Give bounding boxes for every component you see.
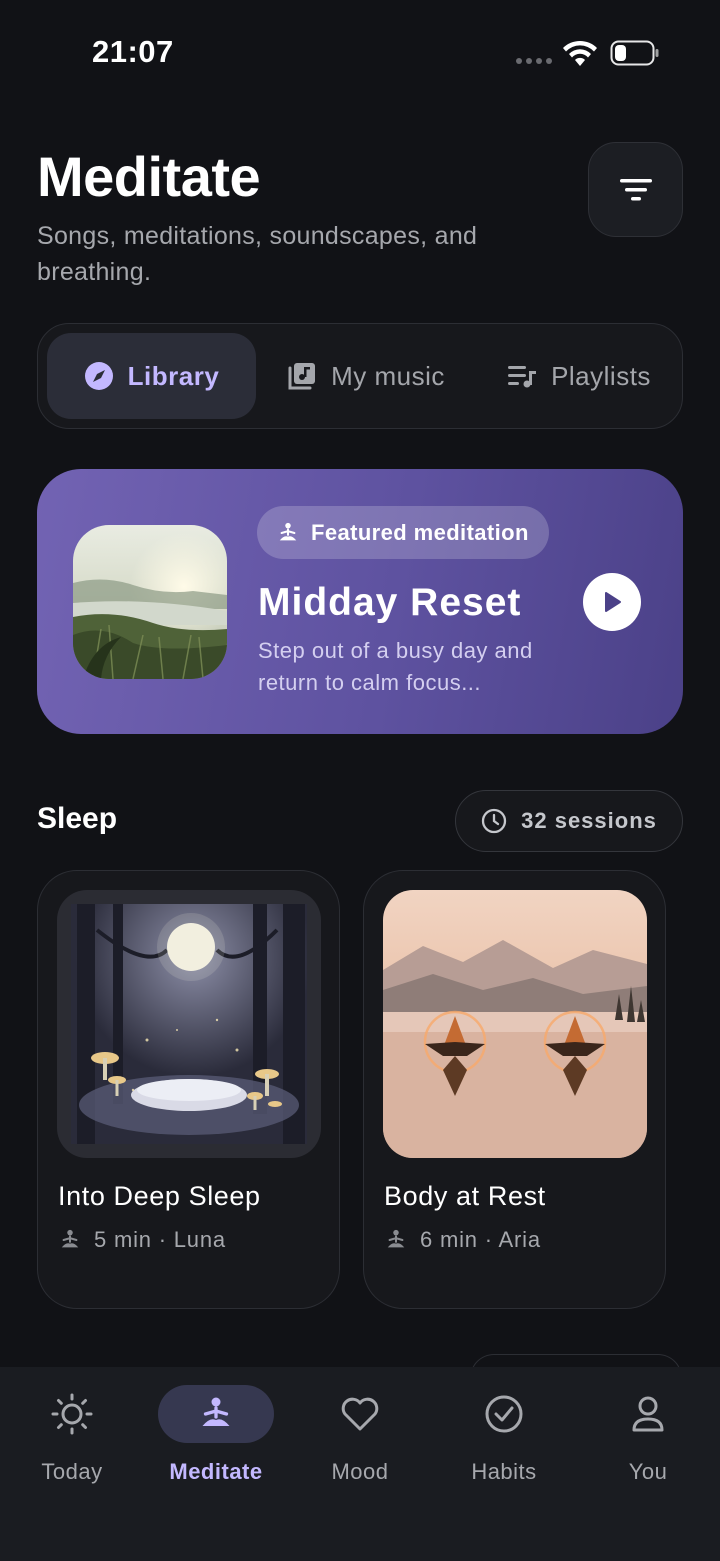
tab-library[interactable]: Library xyxy=(47,333,256,419)
meditate-icon xyxy=(202,1397,230,1426)
section-title-sleep: Sleep xyxy=(37,802,118,835)
music-library-icon xyxy=(288,363,316,390)
play-button[interactable] xyxy=(583,573,641,631)
featured-badge: Featured meditation xyxy=(257,506,549,559)
session-meta-text: 6 min · Aria xyxy=(420,1227,541,1252)
status-time: 21:07 xyxy=(92,34,174,69)
nav-item-you[interactable]: You xyxy=(583,1385,713,1485)
tab-label: Library xyxy=(127,360,220,391)
featured-meditation-card[interactable]: Featured meditation Midday Reset Step ou… xyxy=(37,469,683,734)
tab-my-music[interactable]: My music xyxy=(266,333,466,419)
tab-playlists[interactable]: Playlists xyxy=(484,333,674,419)
featured-badge-label: Featured meditation xyxy=(311,519,529,545)
nav-item-habits[interactable]: Habits xyxy=(439,1385,569,1485)
nav-item-today[interactable]: Today xyxy=(7,1385,137,1485)
person-icon xyxy=(632,1396,664,1432)
page-title: Meditate xyxy=(37,145,261,208)
page-subtitle: Songs, meditations, soundscapes, and bre… xyxy=(37,222,478,286)
session-meta: 5 min · Luna xyxy=(58,1227,226,1253)
wifi-icon xyxy=(563,40,597,66)
play-icon xyxy=(605,592,621,612)
session-card[interactable]: Into Deep Sleep 5 min · Luna xyxy=(37,870,340,1309)
heart-icon xyxy=(341,1397,379,1431)
compass-icon xyxy=(84,362,113,390)
nav-label: You xyxy=(628,1459,668,1484)
playlist-icon xyxy=(508,366,537,388)
nav-label: Mood xyxy=(331,1459,389,1484)
meditate-icon xyxy=(279,522,297,540)
sessions-count: 32 sessions xyxy=(521,808,657,833)
status-bar: 21:07 xyxy=(0,0,720,100)
featured-description: Step out of a busy day and return to cal… xyxy=(258,638,533,695)
check-circle-icon xyxy=(485,1395,523,1433)
nav-item-mood[interactable]: Mood xyxy=(295,1385,425,1485)
sun-icon xyxy=(51,1393,93,1435)
filter-button[interactable] xyxy=(588,142,683,237)
segmented-tabs: Library My music Playlists xyxy=(37,323,683,429)
nav-label: Habits xyxy=(471,1459,537,1484)
session-meta-text: 5 min · Luna xyxy=(94,1227,226,1252)
session-meta: 6 min · Aria xyxy=(384,1227,541,1253)
clock-icon xyxy=(481,808,507,834)
tab-label: My music xyxy=(331,360,445,391)
nav-label: Meditate xyxy=(169,1459,263,1484)
nav-label: Today xyxy=(41,1459,103,1484)
session-card[interactable]: Body at Rest 6 min · Aria xyxy=(363,870,666,1309)
session-title: Into Deep Sleep xyxy=(58,1181,261,1211)
nav-item-meditate[interactable]: Meditate xyxy=(151,1385,281,1485)
tab-label: Playlists xyxy=(551,360,651,391)
session-thumbnail xyxy=(57,890,321,1158)
meditate-icon xyxy=(387,1229,405,1248)
filter-icon xyxy=(619,178,652,200)
featured-title: Midday Reset xyxy=(258,581,522,624)
session-title: Body at Rest xyxy=(384,1181,546,1211)
cellular-signal-icon xyxy=(516,58,552,64)
battery-icon xyxy=(610,40,659,66)
session-thumbnail xyxy=(383,890,647,1158)
bottom-navigation: Today Meditate Mood Habits You xyxy=(0,1367,720,1561)
featured-thumbnail xyxy=(73,525,227,679)
sessions-count-badge[interactable]: 32 sessions xyxy=(455,790,683,852)
meditate-icon xyxy=(61,1229,79,1248)
